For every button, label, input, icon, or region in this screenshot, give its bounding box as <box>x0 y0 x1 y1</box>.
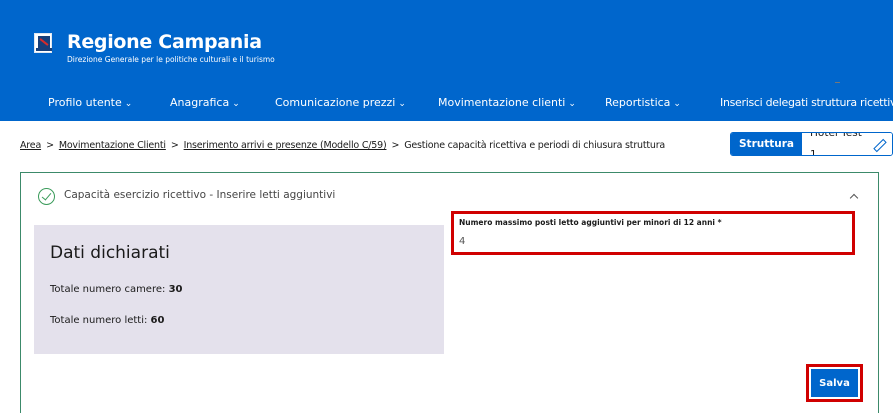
main-nav: Profilo utente ⌄ Anagrafica ⌄ Comunicazion… <box>0 88 893 116</box>
capacita-card: Capacità esercizio ricettivo - Inserire … <box>20 172 879 413</box>
nav-item-comunicazione-prezzi[interactable]: Comunicazione prezzi ⌄ <box>275 96 406 109</box>
totale-letti-value: 60 <box>150 315 165 326</box>
dati-dichiarati-panel: Dati dichiarati Totale numero camere: 30… <box>34 225 444 354</box>
chevron-down-icon: ⌄ <box>398 99 406 109</box>
card-title[interactable]: Capacità esercizio ricettivo - Inserire … <box>64 189 335 201</box>
site-subtitle: Direzione Generale per le politiche cult… <box>67 55 275 64</box>
totale-camere-value: 30 <box>168 284 183 295</box>
save-highlight: Salva <box>806 364 863 402</box>
struttura-value[interactable]: Hotel Test 1 <box>802 133 892 155</box>
nav-item-profilo-utente[interactable]: Profilo utente ⌄ <box>48 96 132 109</box>
totale-camere: Totale numero camere: 30 <box>50 284 182 295</box>
pencil-icon[interactable] <box>871 137 885 151</box>
totale-letti: Totale numero letti: 60 <box>50 315 164 326</box>
breadcrumb-link-area[interactable]: Area <box>20 140 41 151</box>
totale-camere-label: Totale numero camere: <box>50 284 169 295</box>
chevron-down-icon: ⌄ <box>124 99 133 109</box>
nav-item-label: Movimentazione clienti <box>438 96 566 109</box>
breadcrumb-separator: > <box>391 140 400 151</box>
nav-item-label: Anagrafica <box>170 96 230 109</box>
chevron-down-icon: ⌄ <box>232 99 240 109</box>
site-title[interactable]: Regione Campania <box>67 31 262 53</box>
nav-item-movimentazione-clienti[interactable]: Movimentazione clienti ⌄ <box>438 96 576 109</box>
regione-logo-icon <box>34 33 52 53</box>
nav-item-anagrafica[interactable]: Anagrafica ⌄ <box>170 96 240 109</box>
site-header: Regione Campania Direzione Generale per … <box>0 0 893 121</box>
save-button[interactable]: Salva <box>811 369 858 397</box>
chevron-down-icon: ⌄ <box>568 99 576 109</box>
check-circle-icon <box>38 188 55 205</box>
breadcrumb-separator: > <box>46 140 54 151</box>
posti-letto-input[interactable] <box>459 236 839 247</box>
chevron-up-icon[interactable] <box>848 190 860 202</box>
chevron-down-icon: ⌄ <box>673 99 681 109</box>
struttura-selector[interactable]: Struttura Hotel Test 1 <box>730 132 893 156</box>
breadcrumb-link-movimentazione-clienti[interactable]: Movimentazione Clienti <box>59 140 166 151</box>
nav-item-inserisci-delegati[interactable]: Inserisci delegati struttura ricettiva <box>720 96 893 109</box>
breadcrumb-current: Gestione capacità ricettiva e periodi di… <box>404 140 666 151</box>
totale-letti-label: Totale numero letti: <box>50 315 151 326</box>
posti-letto-field[interactable]: Numero massimo posti letto aggiuntivi pe… <box>451 211 855 255</box>
nav-item-label: Inserisci delegati struttura ricettiva <box>720 96 893 109</box>
struttura-name: Hotel Test 1 <box>810 132 862 156</box>
nav-item-label: Comunicazione prezzi <box>275 96 396 109</box>
nav-item-label: Profilo utente <box>48 96 122 109</box>
dati-title: Dati dichiarati <box>50 243 170 263</box>
field-underline <box>835 82 840 83</box>
struttura-tag: Struttura <box>731 133 803 155</box>
nav-item-reportistica[interactable]: Reportistica ⌄ <box>605 96 681 109</box>
breadcrumb-separator: > <box>170 140 179 151</box>
nav-item-label: Reportistica <box>605 96 671 109</box>
posti-letto-label: Numero massimo posti letto aggiuntivi pe… <box>459 218 722 227</box>
breadcrumb: Area > Movimentazione Clienti > Inserimento … <box>20 140 665 151</box>
breadcrumb-link-inserimento-arrivi[interactable]: Inserimento arrivi e presenze (Modello C… <box>184 140 387 151</box>
